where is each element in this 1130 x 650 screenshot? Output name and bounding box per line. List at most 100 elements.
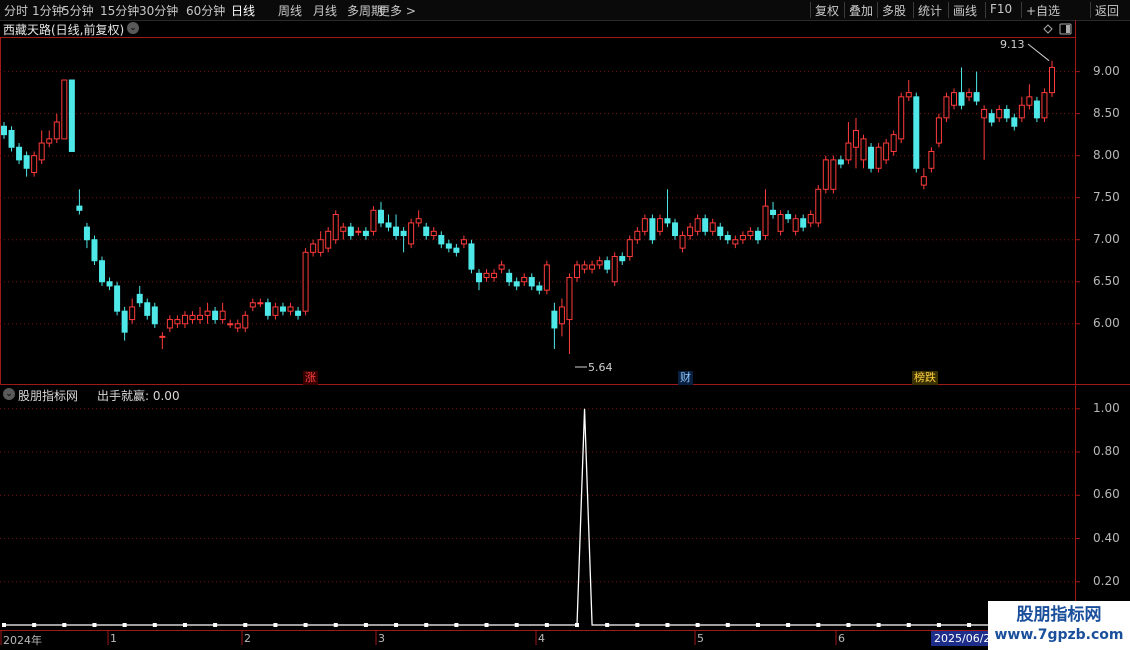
- candle-body: [551, 310, 558, 329]
- candle-body: [506, 272, 513, 283]
- date-tick-label: 1: [110, 632, 117, 645]
- candle-body: [302, 251, 309, 312]
- candle-body: [694, 218, 701, 232]
- candle-body: [197, 314, 204, 321]
- candle-body: [362, 230, 369, 237]
- candle-body: [536, 285, 543, 291]
- indicator-marker: [182, 623, 187, 627]
- date-tick-label: 5: [697, 632, 704, 645]
- chart-area[interactable]: [0, 0, 1130, 650]
- candle-body: [53, 121, 60, 140]
- candle-body: [166, 319, 173, 329]
- candle-body: [287, 306, 294, 312]
- candle-body: [1018, 104, 1025, 119]
- indicator-tick-label: 0.60: [1093, 487, 1120, 502]
- candle-body: [151, 306, 158, 325]
- candle-body: [332, 214, 339, 241]
- indicator-marker: [394, 623, 399, 627]
- candle-body: [664, 218, 671, 224]
- price-tick-label: 9.00: [1093, 63, 1120, 78]
- candle-body: [317, 239, 324, 253]
- candle-body: [1011, 117, 1018, 127]
- indicator-marker: [575, 623, 580, 627]
- price-tick-label: 7.00: [1093, 231, 1120, 246]
- indicator-marker: [243, 623, 248, 627]
- candle-body: [634, 230, 641, 241]
- panel-toggle-icon-fill: [1066, 25, 1070, 33]
- candle-body: [249, 302, 256, 308]
- price-tick-label: 8.50: [1093, 105, 1120, 120]
- candle-body: [943, 96, 950, 119]
- candle-body: [445, 243, 452, 249]
- candle-body: [219, 310, 226, 321]
- candle-body: [1, 125, 7, 136]
- candle-body: [928, 150, 935, 169]
- candle-body: [852, 129, 859, 148]
- candle-body: [815, 188, 822, 224]
- candle-body: [423, 226, 430, 237]
- price-tick-label: 6.50: [1093, 273, 1120, 288]
- candle-body: [709, 222, 716, 232]
- candle-body: [114, 285, 121, 312]
- event-tag-zhang[interactable]: 涨: [303, 371, 318, 385]
- candle-body: [792, 218, 799, 232]
- candle-body: [754, 230, 761, 241]
- candle-body: [242, 314, 249, 329]
- candle-body: [355, 230, 362, 233]
- indicator-line: [4, 408, 1052, 626]
- candle-body: [234, 323, 241, 329]
- candle-body: [890, 134, 897, 152]
- date-tick-label: 2: [244, 632, 251, 645]
- candle-body: [121, 310, 128, 333]
- candle-body: [747, 230, 754, 237]
- indicator-marker: [876, 623, 881, 627]
- title-dropdown-icon[interactable]: ⌄: [127, 22, 139, 34]
- current-date-highlight: 2025/06/2: [931, 631, 994, 646]
- candle-body: [905, 92, 912, 98]
- candle-body: [227, 323, 234, 326]
- candle-body: [966, 92, 973, 98]
- candle-body: [687, 226, 694, 237]
- candle-body: [347, 226, 354, 237]
- candle-body: [438, 235, 445, 245]
- candle-body: [38, 142, 45, 161]
- candle-body: [732, 239, 739, 245]
- indicator-marker: [635, 623, 640, 627]
- candle-body: [475, 272, 482, 283]
- candle-body: [950, 92, 957, 106]
- candle-body: [1003, 108, 1010, 119]
- indicator-marker: [786, 623, 791, 627]
- event-tag-bangdie[interactable]: 榜跌: [912, 371, 938, 385]
- candle-body: [898, 96, 905, 140]
- candle-body: [566, 277, 573, 321]
- indicator-tick-label: 0.80: [1093, 444, 1120, 459]
- candle-body: [679, 235, 686, 249]
- candle-body: [181, 314, 188, 325]
- candle-body: [400, 230, 407, 237]
- indicator-marker: [152, 623, 157, 627]
- date-tick-label: 6: [838, 632, 845, 645]
- price-tick-label: 7.50: [1093, 189, 1120, 204]
- candle-body: [822, 159, 829, 190]
- indicator-marker: [424, 623, 429, 627]
- candle-body: [279, 306, 286, 312]
- candle-body: [1026, 96, 1033, 106]
- watermark-title: 股朋指标网: [1016, 605, 1102, 625]
- watermark-url: www.7gpzb.com: [994, 627, 1124, 643]
- candle-body: [913, 96, 920, 169]
- indicator-marker: [605, 623, 610, 627]
- candle-body: [702, 218, 709, 232]
- indicator-tick-label: 1.00: [1093, 400, 1120, 415]
- price-tick-label: 6.00: [1093, 315, 1120, 330]
- candle-body: [204, 310, 211, 316]
- event-tag-cai[interactable]: 财: [678, 371, 693, 385]
- candle-body: [604, 260, 611, 270]
- candle-body: [860, 138, 867, 161]
- candle-body: [543, 264, 550, 291]
- indicator-marker: [2, 623, 6, 627]
- candle-body: [785, 214, 792, 220]
- indicator-dropdown-icon[interactable]: ⌄: [3, 388, 15, 400]
- candle-body: [883, 142, 890, 161]
- diamond-icon[interactable]: [1043, 24, 1053, 34]
- candle-body: [807, 214, 814, 224]
